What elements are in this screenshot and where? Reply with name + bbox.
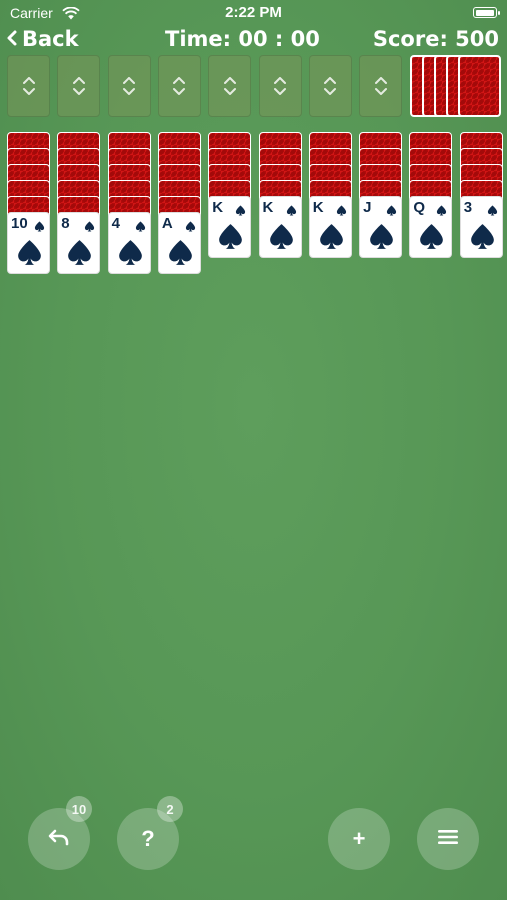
stock-card[interactable] [458, 55, 501, 117]
faceup-card[interactable]: K [258, 196, 302, 258]
back-label: Back [22, 27, 79, 51]
foundation-slot[interactable] [107, 55, 151, 117]
spade-small-icon [336, 201, 347, 220]
faceup-card[interactable]: A [157, 212, 201, 274]
spade-icon [85, 221, 95, 232]
card-rank: 10 [11, 215, 28, 232]
menu-icon [437, 828, 459, 850]
spade-icon [420, 224, 444, 249]
spade-small-icon [436, 201, 447, 220]
faceup-card[interactable]: J [359, 196, 403, 258]
chevron-up-down-icon [22, 77, 35, 95]
battery-level [475, 9, 494, 16]
spade-large-icon [469, 223, 496, 254]
battery-icon [473, 7, 500, 18]
faceup-card[interactable]: 10 [7, 212, 50, 274]
spade-icon [470, 224, 494, 249]
chevron-up-down-icon [123, 77, 136, 95]
spade-large-icon [167, 239, 194, 270]
spade-small-icon [34, 217, 45, 236]
spade-icon [236, 205, 246, 216]
game-header: Back Time: 00 : 00 Score: 500 [0, 26, 507, 56]
foundation-slot[interactable] [208, 55, 252, 117]
chevron-up-down-icon [374, 77, 387, 95]
spade-icon [437, 205, 447, 216]
spade-icon [185, 221, 196, 232]
card-rank: Q [413, 199, 426, 216]
chevron-up-down-icon [72, 77, 85, 95]
faceup-card[interactable]: 4 [107, 212, 151, 274]
spade-icon [118, 240, 142, 265]
deal-button[interactable]: + [328, 808, 390, 870]
foundation-slot[interactable] [308, 55, 352, 117]
spade-large-icon [318, 223, 345, 254]
foundation-slot[interactable] [57, 55, 101, 117]
spade-small-icon [487, 201, 498, 220]
chevron-left-icon [6, 29, 18, 50]
chevron-up-down-icon [173, 77, 186, 95]
timer-label: Time: 00 : 00 [165, 27, 320, 51]
chevron-up-down-icon [274, 77, 286, 95]
undo-icon [47, 827, 71, 851]
hint-button[interactable]: ? 2 [117, 796, 183, 870]
faceup-card[interactable]: 3 [459, 196, 503, 258]
chevron-up-down-icon [324, 77, 337, 95]
status-bar: Carrier 2:22 PM [0, 0, 507, 26]
spade-icon [386, 205, 397, 216]
spade-small-icon [386, 201, 397, 220]
faceup-card[interactable]: 8 [57, 212, 101, 274]
spade-icon [370, 224, 393, 249]
spade-small-icon [135, 217, 146, 236]
foundation-slot[interactable] [359, 55, 403, 117]
spade-icon [135, 221, 145, 232]
card-rank: K [212, 199, 224, 216]
score-label: Score: 500 [372, 27, 499, 51]
spade-icon [34, 221, 45, 232]
plus-icon: + [352, 826, 366, 851]
card-rank: K [262, 199, 274, 216]
undo-button[interactable]: 10 [28, 796, 92, 870]
card-rank: 4 [111, 215, 120, 232]
card-rank: 3 [463, 199, 473, 216]
faceup-card[interactable]: K [208, 196, 252, 258]
spade-icon [319, 224, 343, 249]
spade-icon [169, 240, 192, 265]
back-button[interactable]: Back [6, 27, 79, 51]
chevron-up-down-icon [223, 77, 236, 95]
spade-large-icon [66, 239, 93, 270]
card-rank: A [161, 215, 173, 232]
foundation-slot[interactable] [258, 55, 302, 117]
spade-small-icon [185, 217, 196, 236]
spade-icon [286, 205, 296, 216]
foundation-slot[interactable] [157, 55, 201, 117]
spade-large-icon [418, 223, 445, 254]
spade-icon [487, 205, 497, 216]
undo-count-badge: 10 [66, 796, 92, 822]
card-rank: J [363, 199, 372, 216]
faceup-card[interactable]: Q [409, 196, 453, 258]
card-rank: K [312, 199, 324, 216]
spade-large-icon [217, 223, 244, 254]
hint-label: ? [141, 826, 155, 851]
spade-icon [68, 240, 92, 265]
spade-icon [219, 224, 243, 249]
spade-small-icon [286, 201, 297, 220]
faceup-card[interactable]: K [308, 196, 352, 258]
spade-small-icon [84, 217, 95, 236]
spade-large-icon [16, 239, 43, 270]
status-time: 2:22 PM [225, 4, 282, 21]
spade-small-icon [235, 201, 246, 220]
hint-count-badge: 2 [157, 796, 183, 822]
menu-button[interactable] [417, 808, 479, 870]
spade-large-icon [117, 239, 144, 270]
card-rank: 8 [61, 215, 70, 232]
spade-large-icon [368, 223, 395, 254]
foundation-slot[interactable] [7, 55, 50, 117]
spade-large-icon [268, 223, 295, 254]
spade-icon [18, 240, 41, 265]
spade-icon [269, 224, 293, 249]
spade-icon [336, 205, 346, 216]
